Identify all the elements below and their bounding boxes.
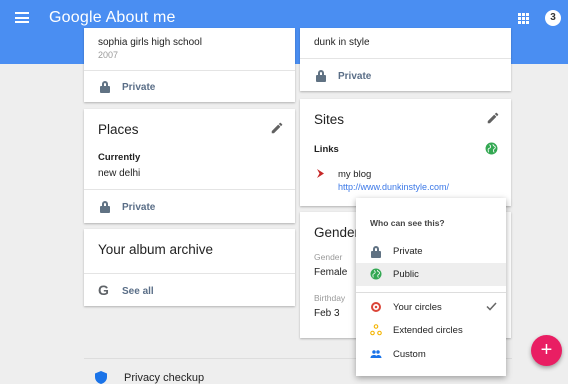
apps-grid-icon[interactable] bbox=[518, 13, 529, 24]
check-icon bbox=[486, 302, 497, 311]
add-fab-button[interactable]: + bbox=[531, 335, 562, 366]
places-current-label: Currently bbox=[98, 152, 141, 163]
album-see-all-button[interactable]: See all bbox=[122, 286, 154, 297]
circles-icon bbox=[371, 302, 381, 312]
school-name: sophia girls high school bbox=[98, 37, 202, 48]
site-link-url[interactable]: http://www.dunkinstyle.com/ bbox=[338, 182, 449, 192]
globe-icon bbox=[370, 268, 382, 280]
education-card: sophia girls high school 2007 Private bbox=[84, 28, 295, 102]
visibility-option-label: Extended circles bbox=[393, 325, 463, 336]
google-g-icon: G bbox=[98, 282, 109, 298]
school-year: 2007 bbox=[98, 50, 119, 60]
lock-icon bbox=[316, 70, 326, 82]
globe-icon bbox=[485, 142, 498, 155]
visibility-option-label: Your circles bbox=[393, 302, 442, 313]
visibility-menu: Who can see this? Private Public Your ci… bbox=[356, 198, 506, 376]
site-link-name[interactable]: my blog bbox=[338, 169, 371, 180]
places-current-value: new delhi bbox=[98, 168, 141, 179]
visibility-option-label: Private bbox=[393, 246, 423, 257]
gender-card-title: Gender, bbox=[314, 225, 363, 240]
shield-icon bbox=[95, 371, 107, 384]
link-favicon-icon bbox=[317, 169, 324, 178]
edit-pencil-icon[interactable] bbox=[486, 111, 500, 125]
lock-icon bbox=[100, 201, 110, 213]
visibility-option-custom[interactable]: Custom bbox=[356, 343, 506, 366]
menu-divider bbox=[356, 292, 506, 293]
bragging-rights-value: dunk in style bbox=[314, 37, 370, 48]
gender-label: Gender bbox=[314, 252, 343, 262]
sites-links-label: Links bbox=[314, 144, 339, 155]
visibility-option-extended-circles[interactable]: Extended circles bbox=[356, 319, 506, 342]
education-visibility-button[interactable]: Private bbox=[122, 82, 155, 93]
hamburger-menu-icon[interactable] bbox=[15, 12, 29, 23]
brand-title: Google About me bbox=[49, 9, 176, 27]
birthday-label: Birthday bbox=[314, 293, 346, 303]
notifications-badge[interactable]: 3 bbox=[545, 10, 561, 26]
places-card: Places Currently new delhi Private bbox=[84, 109, 295, 223]
edit-pencil-icon[interactable] bbox=[270, 121, 284, 135]
visibility-menu-title: Who can see this? bbox=[370, 218, 445, 228]
google-logo-text: Google bbox=[49, 9, 102, 26]
lock-icon bbox=[100, 81, 110, 93]
album-archive-title: Your album archive bbox=[98, 242, 214, 257]
bragging-rights-card: dunk in style Private bbox=[300, 28, 511, 91]
album-archive-card: Your album archive G See all bbox=[84, 229, 295, 306]
sites-card: Sites Links my blog http://www.dunkinsty… bbox=[300, 99, 511, 206]
app-title: About me bbox=[105, 9, 176, 26]
sites-title: Sites bbox=[314, 112, 345, 127]
gender-value: Female bbox=[314, 267, 348, 278]
bragging-visibility-button[interactable]: Private bbox=[338, 71, 371, 82]
visibility-option-private[interactable]: Private bbox=[356, 240, 506, 263]
visibility-option-public[interactable]: Public bbox=[356, 263, 506, 286]
visibility-option-label: Public bbox=[393, 269, 419, 280]
places-title: Places bbox=[98, 122, 139, 137]
extended-circles-icon bbox=[370, 324, 382, 336]
birthday-value: Feb 3 bbox=[314, 308, 340, 319]
lock-icon bbox=[371, 246, 383, 258]
privacy-checkup-link[interactable]: Privacy checkup bbox=[124, 372, 204, 384]
visibility-option-label: Custom bbox=[393, 349, 426, 360]
places-visibility-button[interactable]: Private bbox=[122, 202, 155, 213]
custom-people-icon bbox=[370, 350, 382, 358]
visibility-option-your-circles[interactable]: Your circles bbox=[356, 296, 506, 319]
